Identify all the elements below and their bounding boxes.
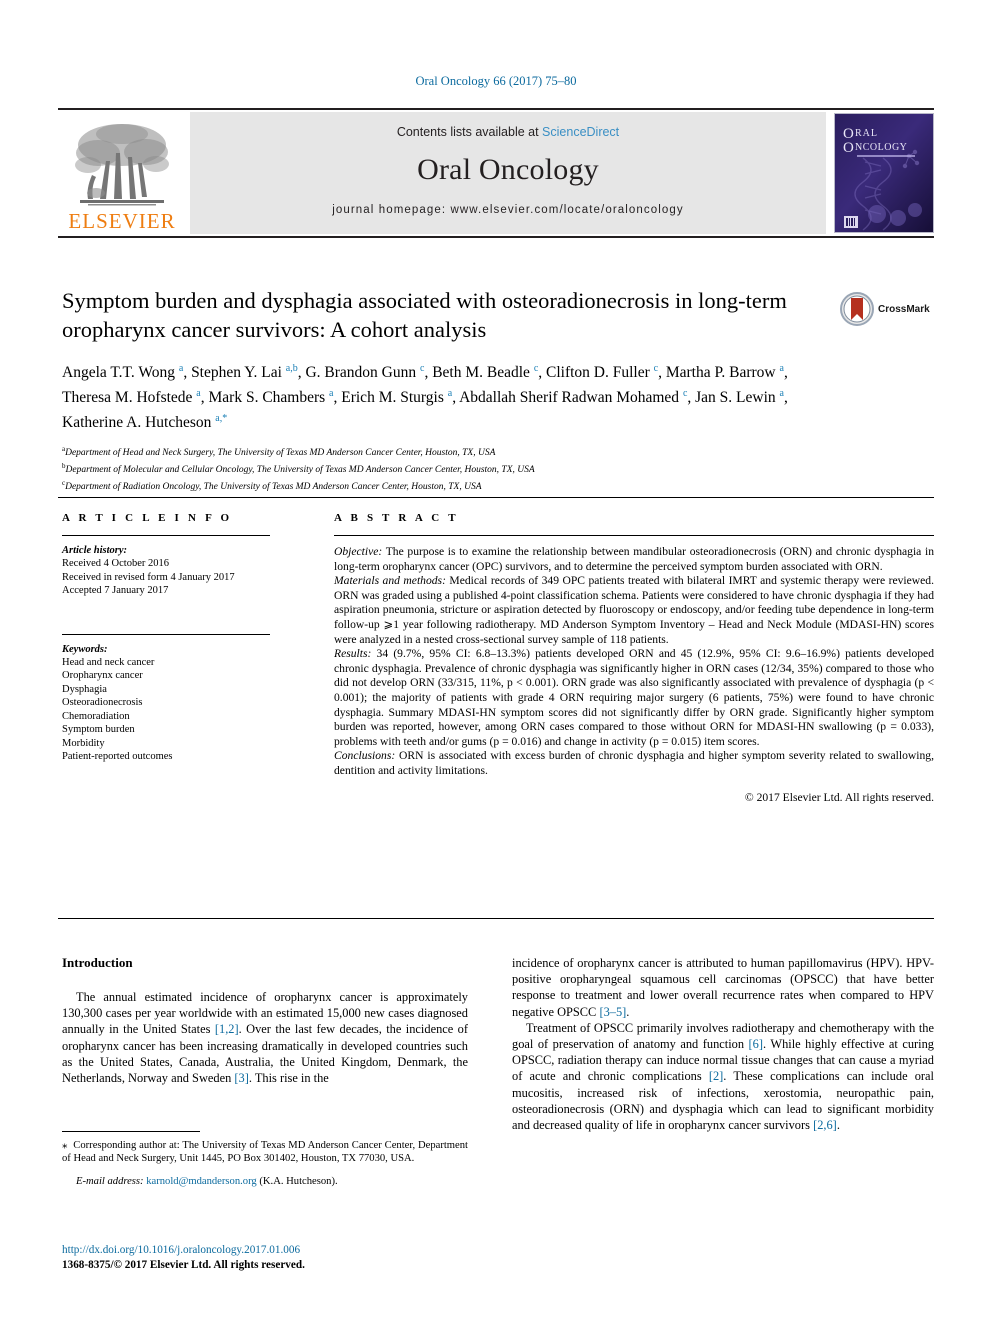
crossmark-icon [840,292,874,326]
crossmark-label: CrossMark [878,303,930,315]
article-history-label: Article history: [62,545,128,556]
keywords-label: Keywords: [62,643,108,655]
abstract-conclusions: Conclusions: ORN is associated with exce… [334,749,934,778]
article-history-item: Received in revised form 4 January 2017 [62,571,235,583]
contents-prefix: Contents lists available at [396,125,543,139]
article-info-section: A R T I C L E I N F O Article history: R… [62,512,270,764]
svg-text:NCOLOGY: NCOLOGY [855,142,907,153]
keyword-item: Morbidity [62,737,105,749]
elsevier-wordmark: ELSEVIER [68,209,176,233]
doi-link[interactable]: http://dx.doi.org/10.1016/j.oraloncology… [62,1243,482,1258]
abstract-objective-text: The purpose is to examine the relationsh… [334,545,934,573]
abstract-results-text: 34 (9.7%, 95% CI: 6.8–13.3%) patients de… [334,647,934,748]
email-link[interactable]: karnold@mdanderson.org [146,1176,256,1187]
keywords-rule [62,633,270,635]
article-history-item: Accepted 7 January 2017 [62,585,169,596]
intro-paragraph-continued: incidence of oropharynx cancer is attrib… [512,956,934,1019]
journal-title: Oral Oncology [417,153,599,186]
abstract-results-label: Results: [334,647,372,661]
running-head: Oral Oncology 66 (2017) 75–80 [415,74,577,88]
body-column-left: Introduction The annual estimated incide… [62,955,468,1086]
keyword-item: Symptom burden [62,724,135,735]
abstract-methods-label: Materials and methods: [334,574,446,588]
abstract-objective: Objective: The purpose is to examine the… [334,545,934,574]
treatment-paragraph: Treatment of OPSCC primarily involves ra… [512,1020,934,1133]
keyword-item: Patient-reported outcomes [62,751,173,762]
page-title: Symptom burden and dysphagia associated … [62,288,787,342]
affiliation-item: cDepartment of Radiation Oncology, The U… [62,477,822,494]
abstract-results: Results: 34 (9.7%, 95% CI: 6.8–13.3%) pa… [334,647,934,749]
keywords-block: Keywords: Head and neck cancer Oropharyn… [62,633,270,764]
crossmark-badge[interactable]: CrossMark [840,288,936,330]
svg-text:RAL: RAL [855,128,878,139]
footnote-block: ⁎ Corresponding author at: The Universit… [62,1139,468,1188]
footnote-divider [62,1131,200,1132]
corresponding-author-note: ⁎ Corresponding author at: The Universit… [62,1139,468,1165]
article-info-heading: A R T I C L E I N F O [62,512,233,524]
issn-copyright: 1368-8375/© 2017 Elsevier Ltd. All right… [62,1258,305,1271]
abstract-objective-label: Objective: [334,545,383,558]
article-history-item: Received 4 October 2016 [62,558,170,569]
affiliation-text: Department of Head and Neck Surgery, The… [65,448,496,459]
journal-cover-art-icon: O RAL O NCOLOGY [835,114,933,232]
masthead-center-panel: Contents lists available at ScienceDirec… [190,112,826,234]
elsevier-tree-icon [75,124,169,206]
journal-masthead: ELSEVIER Contents lists available at Sci… [58,108,934,238]
abstract-conclusions-label: Conclusions: [334,749,396,763]
keyword-item: Chemoradiation [62,710,130,722]
introduction-heading: Introduction [62,955,133,970]
abstract-rule [334,535,934,536]
email-label: E-mail address: [76,1175,144,1187]
elsevier-logo: ELSEVIER [58,112,186,234]
footer-block: http://dx.doi.org/10.1016/j.oraloncology… [62,1243,482,1272]
abstract-methods: Materials and methods: Medical records o… [334,574,934,647]
affiliation-text: Department of Molecular and Cellular Onc… [65,465,535,476]
email-owner: (K.A. Hutcheson). [256,1175,338,1187]
abstract-copyright: © 2017 Elsevier Ltd. All rights reserved… [744,790,934,804]
contents-lists-line: Contents lists available at ScienceDirec… [397,125,619,139]
body-column-right: incidence of oropharynx cancer is attrib… [512,955,934,1133]
email-note: E-mail address: karnold@mdanderson.org (… [62,1175,468,1188]
title-block: Symptom burden and dysphagia associated … [62,286,822,493]
abstract-heading: A B S T R A C T [334,512,459,524]
divider-below-abstract [58,918,934,919]
keyword-item: Dysphagia [62,683,107,695]
article-info-rule [62,535,270,536]
svg-text:O: O [843,140,854,156]
journal-cover-thumbnail[interactable]: O RAL O NCOLOGY [834,113,934,233]
journal-homepage-link[interactable]: journal homepage: www.elsevier.com/locat… [332,204,684,216]
divider-above-abstract [58,497,934,498]
abstract-section: A B S T R A C T Objective: The purpose i… [334,512,934,804]
intro-paragraph: The annual estimated incidence of oropha… [62,990,469,1086]
affiliation-list: aDepartment of Head and Neck Surgery, Th… [62,443,822,493]
affiliation-item: aDepartment of Head and Neck Surgery, Th… [62,443,822,460]
keyword-item: Osteoradionecrosis [62,697,143,708]
abstract-conclusions-text: ORN is associated with excess burden of … [334,749,934,777]
affiliation-item: bDepartment of Molecular and Cellular On… [62,460,822,477]
keyword-item: Head and neck cancer [62,656,155,668]
author-list: Angela T.T. Wong a, Stephen Y. Lai a,b, … [62,363,788,432]
affiliation-text: Department of Radiation Oncology, The Un… [65,481,482,492]
sciencedirect-link[interactable]: ScienceDirect [542,125,619,139]
article-page: Oral Oncology 66 (2017) 75–80 ELSEVIER C… [0,0,992,1323]
keyword-item: Oropharynx cancer [62,670,143,681]
